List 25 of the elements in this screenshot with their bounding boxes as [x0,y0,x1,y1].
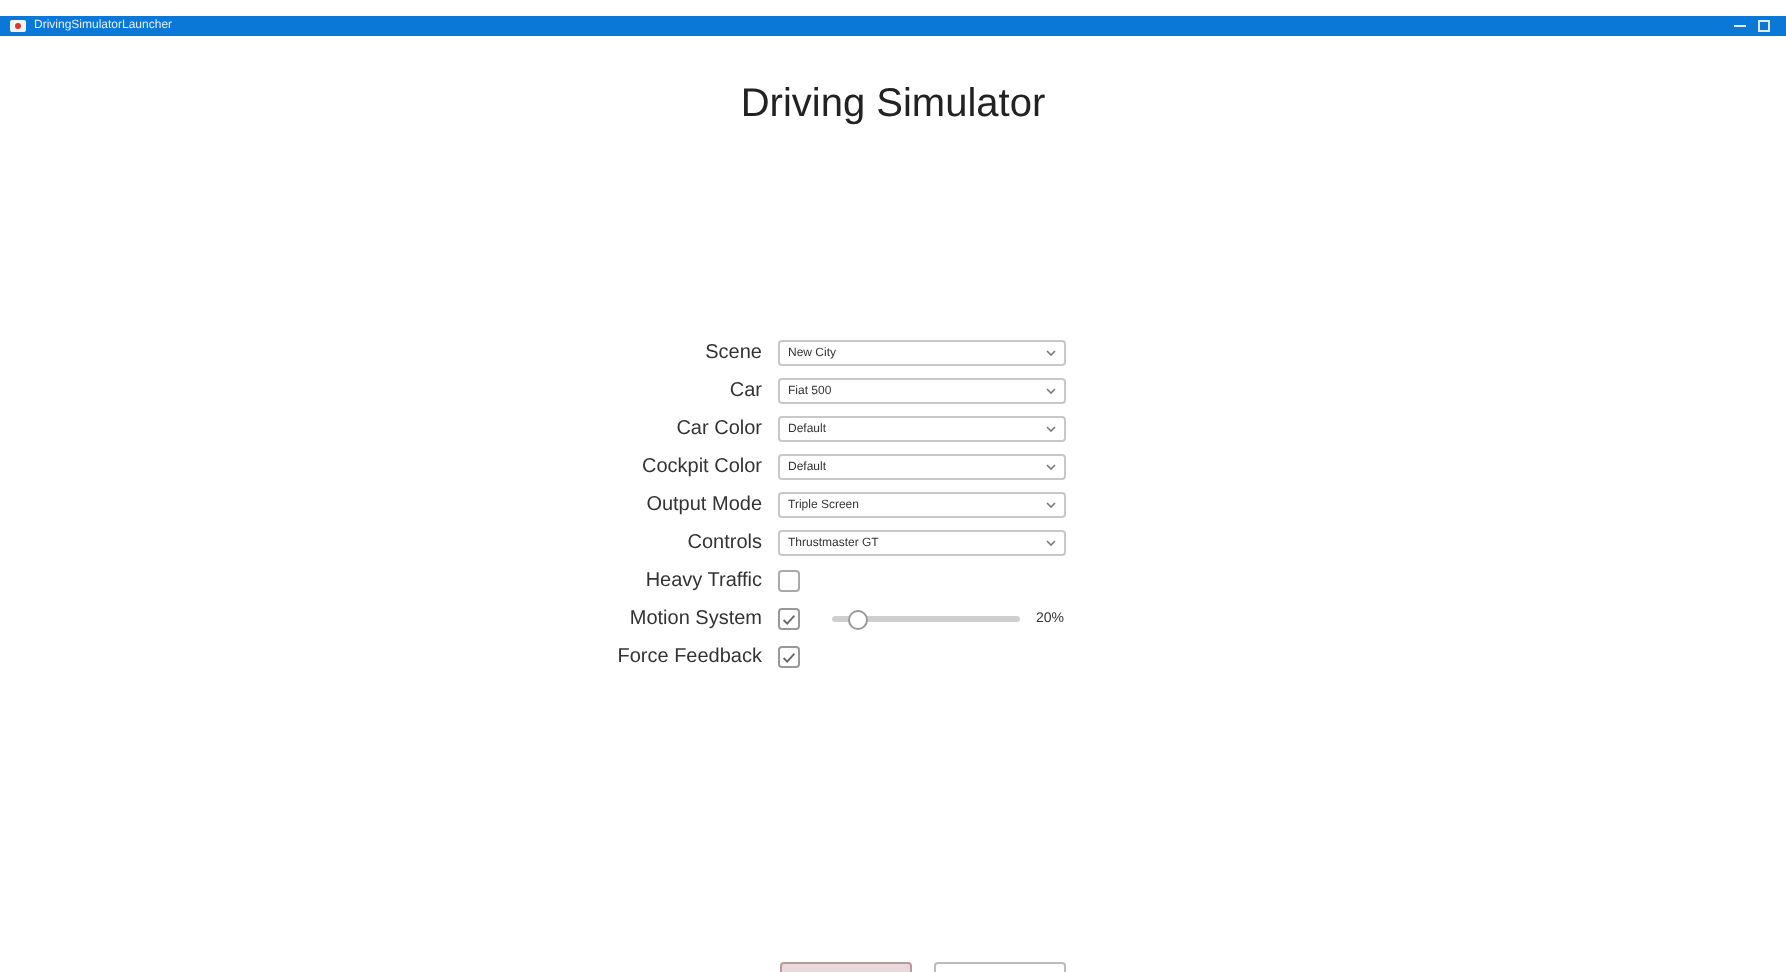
checkmark-icon [782,651,796,663]
chevron-down-icon [1046,464,1056,470]
app-heading: Driving Simulator [738,80,1048,128]
chevron-down-icon [1046,388,1056,394]
minimize-icon[interactable] [1734,24,1746,28]
app-icon [10,20,26,32]
chevron-down-icon [1046,350,1056,356]
field-label: Controls [685,530,762,556]
checkmark-icon [782,613,796,625]
maximize-icon[interactable] [1758,20,1770,32]
field-label: Force Feedback [615,644,762,670]
checkbox[interactable] [778,608,800,630]
chevron-down-icon [1046,502,1056,508]
chevron-down-icon [1046,426,1056,432]
chevron-down-icon [1046,540,1056,546]
checkbox[interactable] [778,570,800,592]
field-label: Scene [703,340,762,366]
field-label: Motion System [627,606,762,632]
field-label: Car [727,378,762,404]
field-label: Output Mode [644,492,762,518]
field-label: Heavy Traffic [643,568,762,594]
slider-thumb[interactable] [848,610,869,630]
field-label: Car Color [674,416,762,442]
field-label: Cockpit Color [639,454,762,480]
checkbox[interactable] [778,646,800,668]
